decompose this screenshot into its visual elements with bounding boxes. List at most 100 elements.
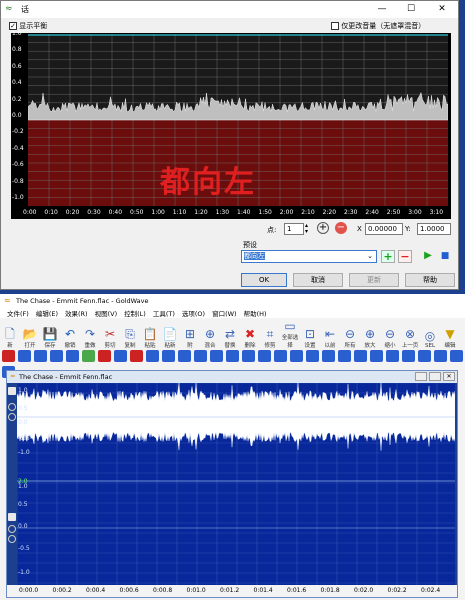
effect-tool-icon[interactable] (50, 350, 63, 362)
goldwave-title: The Chase - Emmit Fenn.flac - GoldWave (16, 297, 148, 305)
toolbar-button-zoom-out[interactable]: ⊖ 缩小 (380, 327, 400, 349)
channel-left-toggle-icon[interactable] (8, 387, 16, 395)
effect-tool-icon[interactable] (402, 350, 415, 362)
effect-tool-icon[interactable] (290, 350, 303, 362)
effect-tool-icon[interactable] (162, 350, 175, 362)
effect-tool-icon[interactable] (338, 350, 351, 362)
all-icon: ⊖ (340, 327, 360, 341)
effect-tool-icon[interactable] (274, 350, 287, 362)
add-preset-icon[interactable]: + (381, 250, 395, 263)
toolbar-button-mix[interactable]: ⊕ 混合 (200, 327, 220, 349)
point-input[interactable]: 1 (284, 223, 304, 235)
toolbar-button-select-all[interactable]: ▭ 全部选择 (280, 319, 300, 349)
toolbar-button-all[interactable]: ⊖ 所有 (340, 327, 360, 349)
doc-close-icon[interactable]: ✕ (443, 372, 455, 381)
doc-minimize-icon[interactable] (415, 372, 427, 381)
x-tick-label: 1:00 (151, 209, 164, 216)
toolbar-button-replace[interactable]: ⇄ 替换 (220, 327, 240, 349)
effect-tool-icon[interactable] (354, 350, 367, 362)
toolbar-button-save[interactable]: 💾 保存 (40, 327, 60, 349)
toolbar-button-new[interactable]: 🗋 新 (0, 327, 20, 349)
maximize-icon[interactable]: ☐ (398, 2, 424, 16)
toolbar-button-previous[interactable]: ⇤ 以前 (320, 327, 340, 349)
channel-right-mute-icon[interactable] (8, 525, 16, 533)
channel-solo-icon[interactable] (8, 413, 16, 421)
effect-tool-icon[interactable] (114, 350, 127, 362)
effect-tool-icon[interactable] (306, 350, 319, 362)
play-icon[interactable]: ▶ (421, 250, 435, 263)
wave-y-tick: 0.0 (18, 523, 28, 530)
effect-tool-icon[interactable] (18, 350, 31, 362)
goldwave-window: ≈ The Chase - Emmit Fenn.flac - GoldWave… (0, 294, 465, 600)
effect-tool-icon[interactable] (370, 350, 383, 362)
toolbar-button-copy[interactable]: ⎘ 复制 (120, 327, 140, 349)
close-icon[interactable]: ✕ (429, 2, 455, 16)
effect-tool-icon[interactable] (210, 350, 223, 362)
toolbar-button-sel[interactable]: ◎ SEL (420, 329, 440, 349)
effect-tool-icon[interactable] (82, 350, 95, 362)
toolbar-button-delete[interactable]: ✖ 删除 (240, 327, 260, 349)
effect-tool-icon[interactable] (226, 350, 239, 362)
menu-item[interactable]: 效果(R) (65, 310, 88, 318)
effect-tool-icon[interactable] (386, 350, 399, 362)
effect-tool-icon[interactable] (66, 350, 79, 362)
x-input[interactable]: 0.00000 (365, 223, 403, 235)
toolbar-button-open[interactable]: 📂 打开 (20, 327, 40, 349)
effect-tool-icon[interactable] (242, 350, 255, 362)
doc-restore-icon[interactable] (429, 372, 441, 381)
toolbar-button-zoom-in[interactable]: ⊕ 放大 (360, 327, 380, 349)
effect-tool-icon[interactable] (194, 350, 207, 362)
effect-tool-icon[interactable] (34, 350, 47, 362)
toolbar-button-undo[interactable]: ↶ 撤销 (60, 327, 80, 349)
toolbar-button-paste-new[interactable]: 📄 粘新 (160, 327, 180, 349)
ok-button[interactable]: OK (241, 273, 287, 287)
remove-preset-icon[interactable]: − (398, 250, 412, 263)
menu-item[interactable]: 文件(F) (7, 310, 29, 318)
menu-item[interactable]: 视图(V) (95, 310, 118, 318)
channel-mute-icon[interactable] (8, 403, 16, 411)
effect-tool-icon[interactable] (258, 350, 271, 362)
effect-tool-icon[interactable] (418, 350, 431, 362)
x-tick-label: 0:30 (87, 209, 100, 216)
help-button[interactable]: 帮助 (405, 273, 455, 287)
toolbar-button-redo[interactable]: ↷ 重做 (80, 327, 100, 349)
time-tick-label: 0:02.2 (388, 587, 407, 594)
update-button[interactable]: 更新 (349, 273, 399, 287)
x-tick-label: 1:50 (258, 209, 271, 216)
effect-tool-icon[interactable] (146, 350, 159, 362)
effect-tool-icon[interactable] (178, 350, 191, 362)
effect-tool-icon[interactable] (450, 350, 463, 362)
channel-right-toggle-icon[interactable] (8, 513, 16, 521)
y-input[interactable]: 1.0000 (417, 223, 451, 235)
cancel-button[interactable]: 取消 (293, 273, 343, 287)
add-point-icon[interactable]: + (317, 222, 329, 234)
effect-tool-icon[interactable] (434, 350, 447, 362)
menu-item[interactable]: 编辑(E) (36, 310, 58, 318)
point-stepper[interactable]: ▴ ▾ (305, 223, 308, 235)
toolbar-button-trim[interactable]: ⌗ 修剪 (260, 327, 280, 349)
menu-item[interactable]: 控制(L) (124, 310, 146, 318)
preset-select[interactable]: 都向左 ⌄ (241, 250, 377, 263)
menu-item[interactable]: 窗口(W) (212, 310, 237, 318)
toolbar-button-prev-page[interactable]: ⊗ 上一页 (400, 327, 420, 349)
effect-tool-icon[interactable] (322, 350, 335, 362)
y-tick-label: 1.0 (12, 30, 22, 37)
effect-tool-icon[interactable] (98, 350, 111, 362)
toolbar-button-cut[interactable]: ✂ 剪切 (100, 327, 120, 349)
waveform-display[interactable] (17, 383, 455, 585)
toolbar-button-paste[interactable]: 📋 粘贴 (140, 327, 160, 349)
toolbar-button-append[interactable]: ⊞ 附 (180, 327, 200, 349)
menu-item[interactable]: 工具(T) (153, 310, 175, 318)
effect-tool-icon[interactable] (2, 350, 15, 362)
menu-item[interactable]: 选项(O) (182, 310, 205, 318)
toolbar-button-set[interactable]: ⊡ 设置 (300, 327, 320, 349)
toolbar-button-edit[interactable]: ▼ 编辑 (440, 327, 460, 349)
channel-right-solo-icon[interactable] (8, 535, 16, 543)
stop-icon[interactable]: ■ (438, 250, 452, 263)
zoom-in-icon: ⊕ (360, 327, 380, 341)
remove-point-icon[interactable]: − (335, 222, 347, 234)
effect-tool-icon[interactable] (130, 350, 143, 362)
only-volume-checkbox[interactable]: 仅更改音量（无遮罩混音） (331, 21, 425, 31)
menu-item[interactable]: 帮助(H) (244, 310, 267, 318)
minimize-icon[interactable]: — (369, 2, 395, 16)
